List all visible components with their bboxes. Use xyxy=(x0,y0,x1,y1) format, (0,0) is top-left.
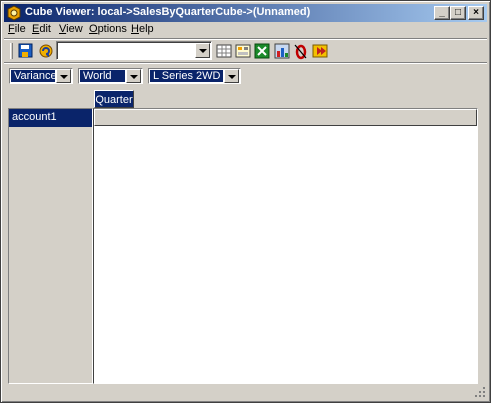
recalculate-icon[interactable] xyxy=(37,42,55,60)
window-title: Cube Viewer: local->SalesByQuarterCube->… xyxy=(25,6,311,18)
cube-viewer-window: Cube Viewer: local->SalesByQuarterCube->… xyxy=(0,0,491,403)
menu-options-mnemonic: O xyxy=(89,23,98,35)
column-header-row xyxy=(94,109,477,126)
toolbar xyxy=(4,40,487,62)
row-dimension-panel: account1 xyxy=(8,108,93,384)
title-dim-1-dropdown-button[interactable] xyxy=(56,69,71,83)
title-dim-2-value: World xyxy=(80,70,125,82)
slice-to-spreadsheet-icon[interactable] xyxy=(215,42,233,60)
menu-file-label: ile xyxy=(14,23,26,35)
toolbar-separator xyxy=(4,62,487,64)
menu-view[interactable]: View xyxy=(59,23,83,35)
title-dim-3-value: L Series 2WD xyxy=(150,70,223,82)
menu-options[interactable]: Options xyxy=(89,23,127,35)
save-view-icon[interactable] xyxy=(17,42,35,60)
cube-viewer-app-icon xyxy=(6,5,22,21)
menu-edit[interactable]: Edit xyxy=(32,23,51,35)
view-name-combo[interactable] xyxy=(56,41,212,60)
menu-file[interactable]: File xyxy=(8,23,26,35)
close-button[interactable]: × xyxy=(468,6,484,20)
resize-grip-icon[interactable] xyxy=(474,386,486,398)
title-dim-1-value: Variance xyxy=(11,70,55,82)
menu-edit-label: dit xyxy=(39,23,51,35)
zero-suppression-icon[interactable] xyxy=(292,42,310,60)
title-dim-3-combo[interactable]: L Series 2WD xyxy=(148,68,241,84)
toolbar-grip[interactable] xyxy=(10,43,13,59)
minimize-button[interactable]: _ xyxy=(434,6,450,20)
menu-view-label: iew xyxy=(66,23,83,35)
title-dim-3-dropdown-button[interactable] xyxy=(224,69,239,83)
title-dim-1-combo[interactable]: Variance xyxy=(9,68,73,84)
data-grid[interactable] xyxy=(93,108,478,384)
title-dim-2-combo[interactable]: World xyxy=(78,68,143,84)
title-dim-2-dropdown-button[interactable] xyxy=(126,69,141,83)
export-excel-icon[interactable] xyxy=(253,42,271,60)
menu-help-label: elp xyxy=(138,23,154,35)
menu-bar: File Edit View Options Help xyxy=(4,22,487,38)
row-dimension-account1[interactable]: account1 xyxy=(9,109,92,127)
title-bar[interactable]: Cube Viewer: local->SalesByQuarterCube->… xyxy=(4,4,487,22)
menu-help[interactable]: Help xyxy=(131,23,154,35)
forward-icon[interactable] xyxy=(311,42,329,60)
column-dimension-quarter[interactable]: Quarter xyxy=(94,90,134,108)
menu-options-label: ptions xyxy=(97,23,127,35)
menu-help-mnemonic: H xyxy=(131,23,139,35)
snapshot-icon[interactable] xyxy=(234,42,252,60)
maximize-button[interactable]: □ xyxy=(450,6,466,20)
menu-file-mnemonic: F xyxy=(8,23,15,35)
chart-icon[interactable] xyxy=(273,42,291,60)
view-name-dropdown-button[interactable] xyxy=(195,43,210,58)
